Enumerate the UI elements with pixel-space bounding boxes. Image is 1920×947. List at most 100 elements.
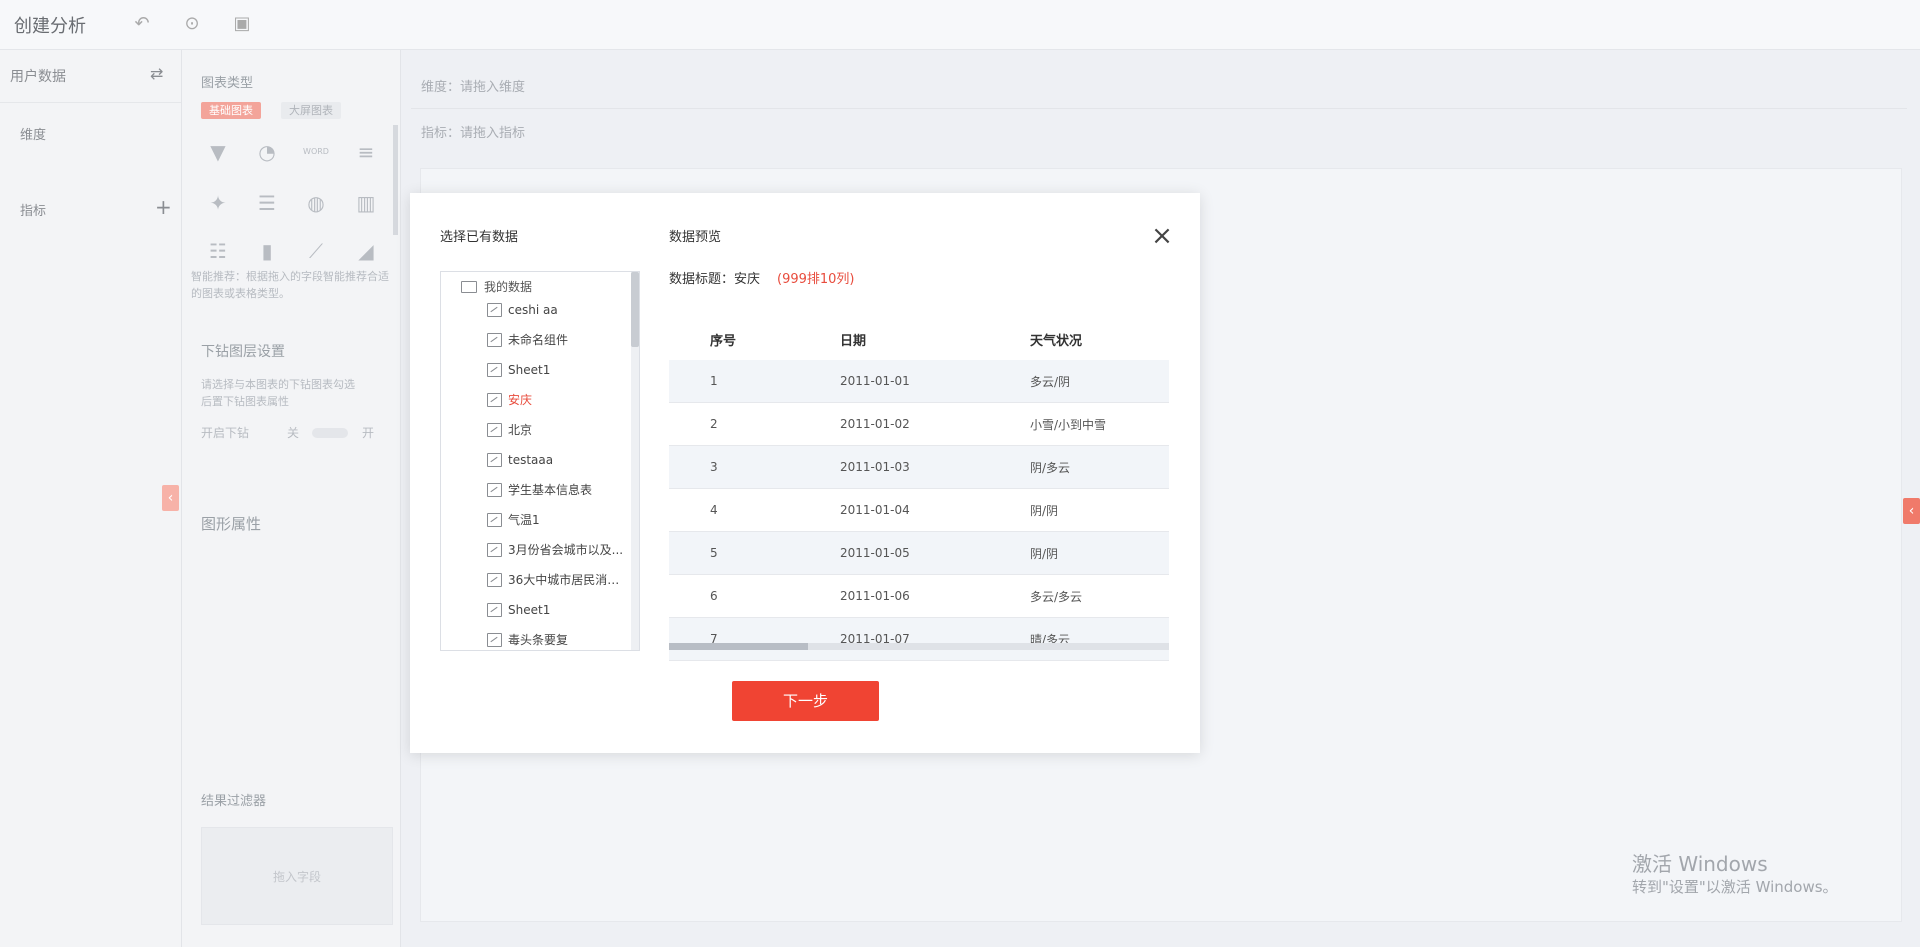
gantt-chart-icon[interactable]: ☰	[253, 192, 281, 214]
data-tree: 我的数据 ceshi aa 未命名组件 Sheet1 安庆北京 testaaa 学生基本信…	[440, 271, 640, 651]
shape-properties-title: 图形属性	[201, 515, 262, 533]
toggle-on-label: 开	[362, 426, 375, 440]
table-cell: 多云/多云	[1029, 574, 1169, 618]
play-icon[interactable]: ⊙	[182, 14, 202, 34]
tree-scrollbar-thumb[interactable]	[631, 272, 639, 347]
drill-settings-desc: 请选择与本图表的下钻图表勾选后置下钻图表属性	[201, 378, 355, 408]
tree-item[interactable]: 安庆	[487, 385, 627, 415]
tree-item-label: 未命名组件	[508, 333, 569, 347]
table-cell: 晴/多云	[1029, 617, 1169, 661]
recommend-text: 智能推荐：根据拖入的字段智能推荐合适的图表或表格类型。	[191, 270, 389, 300]
drill-toggle-label: 开启下钻	[201, 426, 250, 440]
user-data-title: 用户数据	[10, 69, 66, 85]
swap-icon[interactable]: ⇄	[150, 64, 163, 83]
table-cell: 2011-01-07	[839, 617, 1029, 661]
stacked-bar-icon[interactable]: ☷	[204, 240, 232, 262]
dataset-icon	[487, 422, 502, 437]
tree-scrollbar[interactable]	[631, 272, 639, 650]
left-panel	[0, 50, 182, 947]
metric-label: 指标	[20, 204, 47, 219]
area-chart-icon[interactable]: ◢	[352, 240, 380, 262]
tree-item[interactable]: 北京	[487, 415, 627, 445]
table-cell: 多云/阴	[1029, 360, 1169, 403]
pie-chart-icon[interactable]: ◔	[253, 141, 281, 163]
config-scrollbar[interactable]	[393, 125, 398, 235]
tree-root-label: 我的数据	[484, 280, 533, 294]
horizontal-bar-icon[interactable]: ≡	[352, 141, 380, 163]
dataset-icon	[487, 482, 502, 497]
table-cell: 4	[669, 488, 839, 532]
table-row: 3 2011-01-03 阴/多云	[669, 445, 1169, 489]
top-bar	[0, 0, 1920, 50]
tree-item-label: Sheet1	[508, 603, 551, 617]
table-cell: 小雪/小到中雪	[1029, 402, 1169, 446]
tree-item-label: testaaa	[508, 453, 554, 467]
result-filter-title: 结果过滤器	[201, 794, 267, 809]
table-cell: 7	[669, 617, 839, 661]
line-chart-icon[interactable]: ⟋	[302, 240, 330, 262]
table-horizontal-scrollbar[interactable]	[669, 643, 1169, 650]
table-cell: 2011-01-02	[839, 402, 1029, 446]
folder-icon	[461, 280, 477, 293]
tree-item[interactable]: 未命名组件	[487, 325, 627, 355]
dataset-icon	[487, 362, 502, 377]
windows-watermark-title: 激活 Windows	[1632, 852, 1768, 876]
tree-item[interactable]: 36大中城市居民消费...	[487, 565, 627, 595]
dataset-icon	[487, 512, 502, 527]
metric-drop-row[interactable]: 指标：请拖入指标	[421, 122, 525, 141]
tree-item-label: 毒头条要复	[508, 633, 569, 647]
table-row: 6 2011-01-06 多云/多云	[669, 574, 1169, 618]
config-panel	[182, 50, 401, 947]
word-cloud-icon[interactable]: WORD	[302, 141, 330, 163]
filter-drop-zone[interactable]: 拖入字段	[201, 827, 393, 925]
tree-item-label: 36大中城市居民消费...	[508, 573, 627, 587]
chip-large-screen[interactable]: 大屏图表	[281, 102, 341, 119]
save-icon[interactable]: ▣	[232, 14, 252, 34]
table-scrollbar-thumb[interactable]	[669, 643, 808, 650]
map-chart-icon[interactable]: ✦	[204, 192, 232, 214]
tree-item-label: Sheet1	[508, 363, 551, 377]
drill-toggle[interactable]	[312, 428, 348, 438]
tree-item[interactable]: 毒头条要复	[487, 625, 627, 650]
table-cell: 1	[669, 360, 839, 403]
dataset-icon	[487, 542, 502, 557]
divider	[411, 108, 1907, 109]
dataset-icon	[487, 572, 502, 587]
header-index: 序号	[669, 318, 839, 360]
windows-watermark-subtitle: 转到"设置"以激活 Windows。	[1632, 878, 1838, 896]
column-chart-icon[interactable]: ▥	[352, 192, 380, 214]
table-cell: 阴/多云	[1029, 445, 1169, 489]
table-cell: 5	[669, 531, 839, 575]
undo-icon[interactable]: ↶	[132, 14, 152, 34]
tree-item[interactable]: 气温1	[487, 505, 627, 535]
tree-item[interactable]: Sheet1	[487, 595, 627, 625]
globe-chart-icon[interactable]: ◍	[302, 192, 330, 214]
tree-item-label: 北京	[508, 423, 533, 437]
tree-item[interactable]: ceshi aa	[487, 295, 627, 325]
collapse-right-icon[interactable]: ‹	[1903, 498, 1920, 524]
table-row: 1 2011-01-01 多云/阴	[669, 360, 1169, 403]
tree-item[interactable]: testaaa	[487, 445, 627, 475]
close-icon[interactable]: ×	[1150, 223, 1174, 249]
tree-item[interactable]: 学生基本信息表	[487, 475, 627, 505]
dimension-drop-row[interactable]: 维度：请拖入维度	[421, 76, 525, 95]
table-row: 2 2011-01-02 小雪/小到中雪	[669, 402, 1169, 446]
next-step-button[interactable]: 下一步	[732, 681, 879, 721]
chip-basic-charts[interactable]: 基础图表	[201, 102, 261, 119]
table-cell: 阴/阴	[1029, 488, 1169, 532]
collapse-left-icon[interactable]: ‹	[162, 485, 179, 511]
dimension-label: 维度	[20, 128, 47, 143]
tree-item[interactable]: Sheet1	[487, 355, 627, 385]
add-metric-icon[interactable]: +	[155, 195, 172, 219]
data-title: 数据标题：安庆	[669, 272, 761, 287]
tree-item[interactable]: 3月份省会城市以及...	[487, 535, 627, 565]
table-cell: 2	[669, 402, 839, 446]
bar-chart-icon[interactable]: ▮	[253, 240, 281, 262]
preview-table: 序号 日期 天气状况 1 2011-01-01 多云/阴 2 2011-01-02 小雪/…	[669, 318, 1169, 661]
tree-item-label: 3月份省会城市以及...	[508, 543, 624, 557]
dataset-icon	[487, 392, 502, 407]
funnel-chart-icon[interactable]: ▼	[204, 141, 232, 163]
table-cell: 阴/阴	[1029, 531, 1169, 575]
table-cell: 2011-01-04	[839, 488, 1029, 532]
table-cell: 2011-01-05	[839, 531, 1029, 575]
